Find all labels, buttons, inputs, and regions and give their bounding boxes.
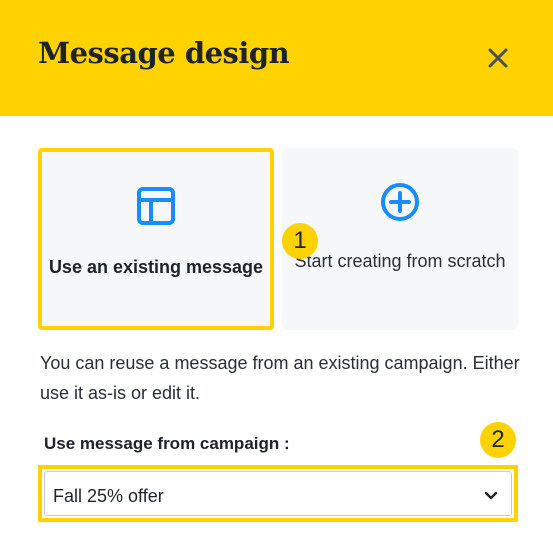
layout-icon — [137, 187, 175, 225]
close-icon — [488, 48, 508, 68]
option-label: Start creating from scratch — [294, 251, 506, 271]
option-use-existing-message[interactable]: Use an existing message — [38, 148, 274, 330]
campaign-select[interactable]: Fall 25% offer — [38, 465, 518, 522]
callout-badge-1: 1 — [282, 223, 318, 259]
description-text: You can reuse a message from an existing… — [40, 353, 520, 403]
callout-badge-2: 2 — [480, 422, 516, 458]
dialog-title: Message design — [38, 36, 290, 70]
campaign-select-label: Use message from campaign : — [44, 434, 290, 453]
plus-circle-icon — [381, 183, 419, 221]
campaign-select-value: Fall 25% offer — [53, 486, 164, 506]
chevron-down-icon — [484, 491, 498, 500]
campaign-select-box: Fall 25% offer — [44, 471, 512, 516]
close-button[interactable] — [482, 42, 514, 74]
option-label: Use an existing message — [48, 257, 264, 277]
dialog-header: Message design — [0, 0, 553, 116]
